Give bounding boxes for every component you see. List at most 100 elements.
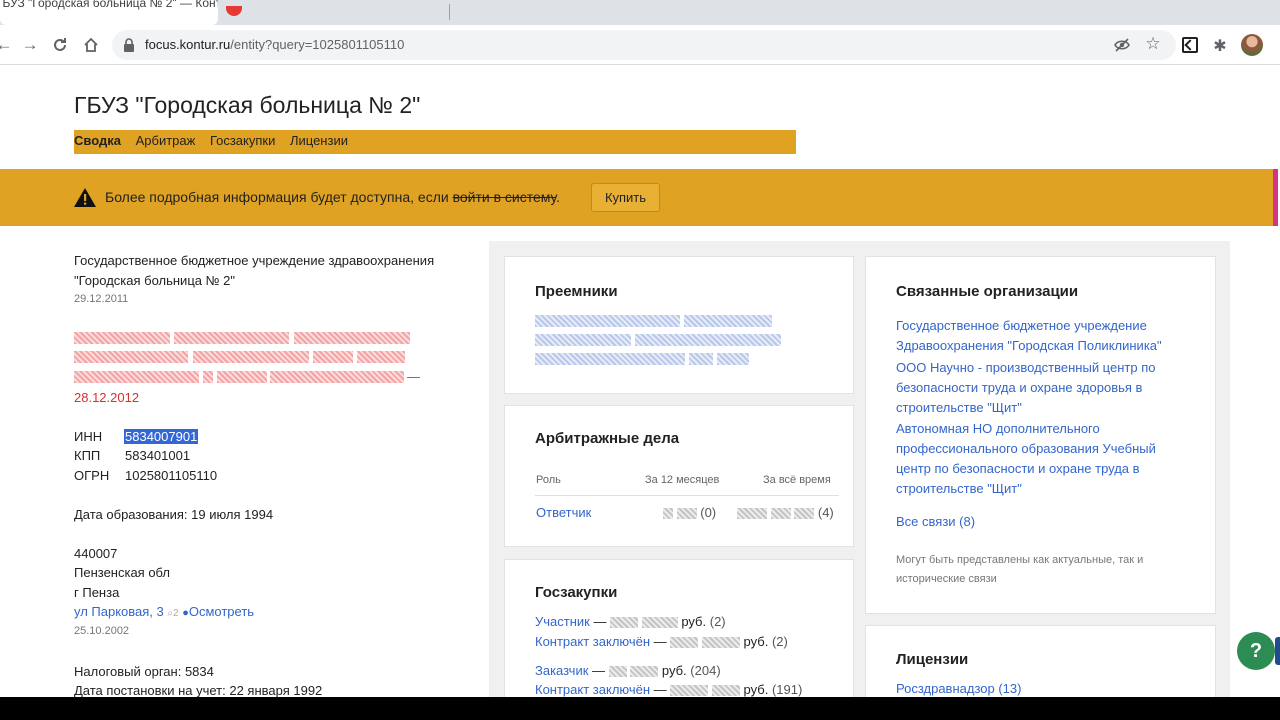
redacted-text (203, 371, 213, 383)
redacted-text (193, 351, 309, 363)
redacted-link[interactable] (535, 334, 631, 346)
related-org-link[interactable]: Автономная НО дополнительного профессион… (896, 419, 1188, 499)
browser-tab-strip: ГБУЗ "Городская больница № 2" — Контур.Ф… (0, 0, 1280, 25)
successors-card: Преемники (504, 256, 854, 394)
banner-edge (1273, 169, 1278, 226)
address-city: г Пенза (74, 585, 120, 600)
banner-text: Более подробная информация будет доступн… (105, 189, 453, 205)
eye-off-icon[interactable] (1113, 36, 1131, 54)
browser-tab-favicon[interactable] (226, 6, 242, 16)
page-title: ГБУЗ "Городская больница № 2" (74, 92, 421, 118)
arbitration-card: Арбитражные дела Роль За 12 месяцев За в… (504, 405, 854, 547)
licenses-card: Лицензии Росздравнадзор (13) (865, 625, 1216, 697)
column-role: Роль (536, 474, 561, 486)
login-link[interactable]: войти в систему (453, 189, 557, 205)
red-dash: — (407, 369, 420, 384)
bookmark-star-icon[interactable]: ☆ (1143, 34, 1163, 54)
home-icon[interactable] (79, 33, 103, 57)
search-count[interactable]: ⌕2 (167, 608, 178, 619)
procurement-row: Участник — руб. (2) (535, 614, 726, 629)
reload-icon[interactable] (48, 33, 72, 57)
address-region: Пензенская обл (74, 565, 171, 580)
procurement-row: Контракт заключён — руб. (191) (535, 682, 802, 697)
lock-icon (124, 38, 134, 52)
arbitration-title: Арбитражные дела (535, 430, 680, 447)
redacted-text (74, 351, 188, 363)
contract-link[interactable]: Контракт заключён (535, 634, 650, 649)
related-note: Могут быть представлены как актуальные, … (896, 554, 1144, 585)
row-unit: руб. (743, 682, 769, 697)
address-bar[interactable]: focus.kontur.ru/entity?query=10258011051… (112, 30, 1176, 60)
contract-link[interactable]: Контракт заключён (535, 682, 650, 697)
row-dash: — (650, 682, 671, 697)
tax-office: Налоговый орган: 5834 (74, 664, 214, 679)
full-name-line2: "Городская больница № 2" (74, 273, 236, 288)
procurement-row: Заказчик — руб. (204) (535, 663, 721, 678)
buy-button[interactable]: Купить (591, 183, 660, 212)
tax-registration: Дата постановки на учет: 22 января 1992 (74, 683, 323, 697)
back-icon[interactable]: ← (0, 33, 16, 57)
address-street-row: ул Парковая, 3 ⌕2 ●Осмотреть (74, 604, 254, 619)
address-date: 25.10.2002 (74, 625, 130, 637)
row-unit: руб. (743, 634, 769, 649)
forward-icon[interactable]: → (18, 33, 42, 57)
tab-arbitration[interactable]: Арбитраж (136, 133, 196, 148)
inn-value[interactable]: 5834007901 (124, 429, 199, 444)
successors-title: Преемники (535, 283, 618, 300)
kpp-value: 583401001 (125, 448, 191, 463)
row-count: (204) (690, 663, 721, 678)
count-all-time: (4) (737, 505, 834, 520)
row-dash: — (588, 663, 609, 678)
related-orgs-card: Связанные организации Государственное бю… (865, 256, 1216, 614)
name-date: 29.12.2011 (74, 293, 129, 305)
row-dash: — (650, 634, 671, 649)
inn-label: ИНН (74, 429, 103, 444)
role-defendant-link[interactable]: Ответчик (536, 505, 591, 520)
side-widget-tab[interactable] (1275, 637, 1280, 665)
count-all-value: (4) (817, 505, 834, 520)
all-links-link[interactable]: Все связи (8) (896, 512, 975, 532)
redacted-link[interactable] (535, 353, 685, 365)
row-count: (2) (771, 634, 788, 649)
participant-link[interactable]: Участник (535, 614, 590, 629)
founded-date: Дата образования: 19 июля 1994 (74, 507, 274, 522)
redacted-link[interactable] (717, 353, 749, 365)
redacted-text (174, 332, 289, 344)
address-zip: 440007 (74, 546, 118, 561)
column-all-time: За всё время (763, 474, 831, 486)
customer-link[interactable]: Заказчик (535, 663, 588, 678)
ogrn-value: 1025801105110 (125, 468, 218, 483)
tab-divider (449, 4, 450, 20)
help-button[interactable]: ? (1237, 632, 1275, 670)
table-divider (535, 495, 839, 496)
tab-licenses[interactable]: Лицензии (290, 133, 348, 148)
column-12-months: За 12 месяцев (645, 474, 720, 486)
inn-number[interactable]: 5834007901 (124, 429, 199, 444)
redacted-link[interactable] (684, 315, 772, 327)
extension-icon[interactable] (1182, 37, 1198, 53)
row-count: (2) (709, 614, 726, 629)
tab-summary[interactable]: Сводка (74, 133, 121, 148)
extensions-puzzle-icon[interactable]: ✱ (1211, 36, 1229, 55)
ogrn-label: ОГРН (74, 468, 110, 483)
row-unit: руб. (661, 663, 687, 678)
redacted-text (217, 371, 267, 383)
inspect-label: Осмотреть (188, 604, 255, 619)
redacted-link[interactable] (689, 353, 713, 365)
redacted-link[interactable] (635, 334, 781, 346)
web-page: ГБУЗ "Городская больница № 2" Сводка Арб… (0, 65, 1280, 697)
related-org-link[interactable]: Государственное бюджетное учреждение Здр… (896, 316, 1188, 356)
license-link[interactable]: Росздравнадзор (13) (896, 679, 1021, 697)
redacted-text (270, 371, 404, 383)
browser-tab-title: ГБУЗ "Городская больница № 2" — Контур.Ф… (0, 0, 218, 10)
inspect-link[interactable]: ●Осмотреть (182, 604, 254, 619)
banner-message: Более подробная информация будет доступн… (105, 189, 560, 205)
row-dash: — (589, 614, 611, 629)
redacted-link[interactable] (535, 315, 680, 327)
browser-tab-active[interactable]: ГБУЗ "Городская больница № 2" — Контур.Ф… (0, 0, 218, 25)
tab-procurement[interactable]: Госзакупки (210, 133, 275, 148)
profile-avatar[interactable] (1241, 34, 1263, 56)
related-org-link[interactable]: ООО Научно - производственный центр по б… (896, 358, 1188, 418)
banner-period: . (556, 189, 561, 205)
address-street-link[interactable]: ул Парковая, 3 (74, 604, 164, 619)
